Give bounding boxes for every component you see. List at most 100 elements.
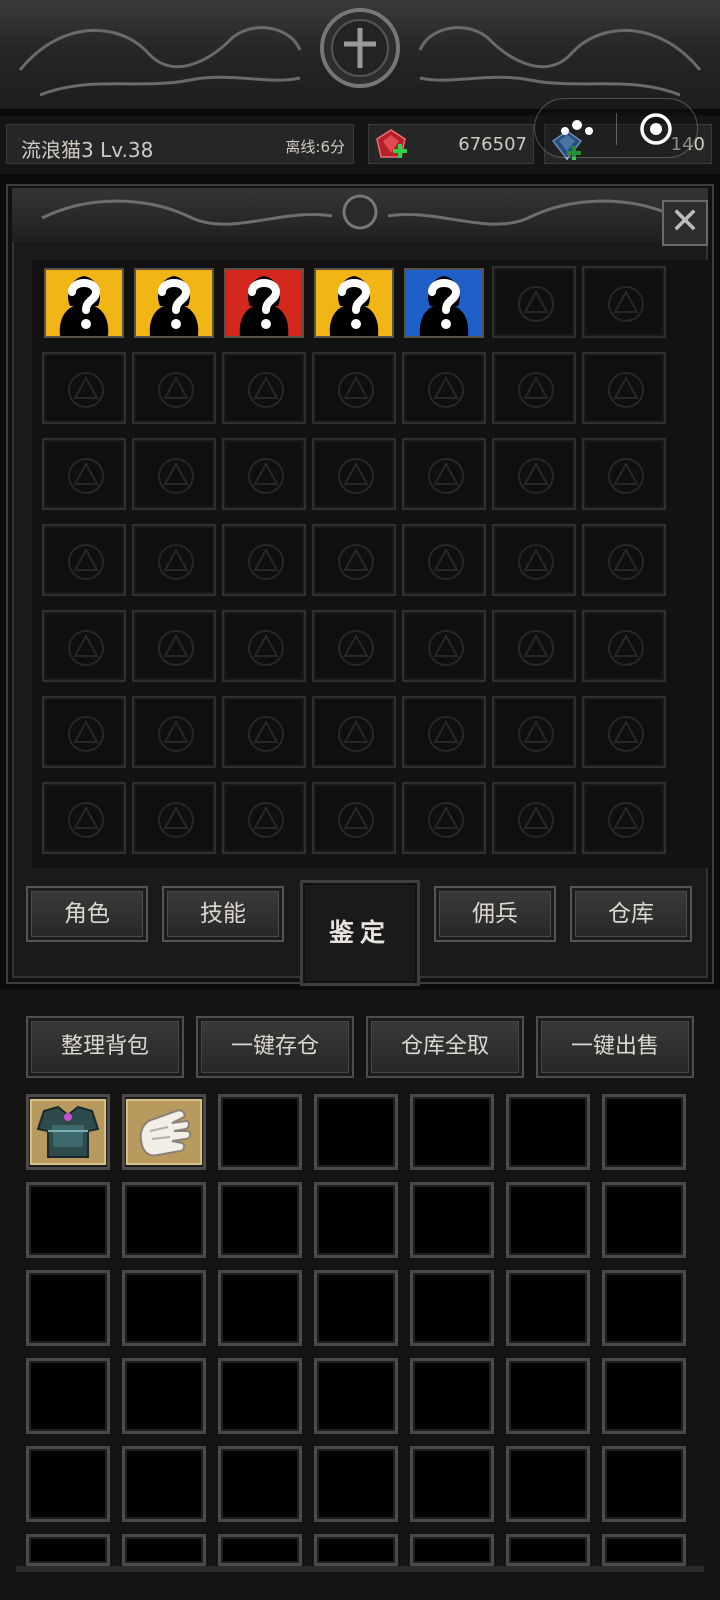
- stash-slot[interactable]: [582, 782, 666, 854]
- inventory-slot[interactable]: [26, 1094, 110, 1170]
- stash-slot[interactable]: [402, 524, 486, 596]
- inventory-slot[interactable]: [506, 1182, 590, 1258]
- stash-slot[interactable]: [492, 696, 576, 768]
- stash-slot[interactable]: [312, 524, 396, 596]
- stash-slot[interactable]: [582, 610, 666, 682]
- stash-slot[interactable]: [582, 352, 666, 424]
- tab-mercenary[interactable]: 佣兵: [434, 886, 556, 942]
- stash-slot[interactable]: [312, 610, 396, 682]
- mystery-item-icon[interactable]: [134, 268, 214, 338]
- inventory-slot[interactable]: [218, 1270, 302, 1346]
- armor-chestplate-icon[interactable]: [30, 1099, 106, 1165]
- identify-button[interactable]: 鉴定: [300, 880, 420, 986]
- stash-slot[interactable]: [42, 610, 126, 682]
- exit-miniprogram-icon[interactable]: [638, 111, 674, 147]
- inventory-slot[interactable]: [122, 1358, 206, 1434]
- inventory-slot[interactable]: [506, 1534, 590, 1566]
- inventory-slot[interactable]: [602, 1446, 686, 1522]
- stash-slot[interactable]: [402, 352, 486, 424]
- stash-slot[interactable]: [222, 782, 306, 854]
- inventory-slot[interactable]: [218, 1182, 302, 1258]
- inventory-slot[interactable]: [410, 1094, 494, 1170]
- inventory-slot[interactable]: [218, 1358, 302, 1434]
- gauntlet-icon[interactable]: [126, 1099, 202, 1165]
- inventory-slot[interactable]: [602, 1534, 686, 1566]
- inventory-slot[interactable]: [410, 1446, 494, 1522]
- stash-slot[interactable]: [222, 524, 306, 596]
- inventory-slot[interactable]: [506, 1446, 590, 1522]
- stash-slot[interactable]: [222, 610, 306, 682]
- stash-slot[interactable]: [132, 352, 216, 424]
- inventory-slot[interactable]: [602, 1094, 686, 1170]
- inventory-slot[interactable]: [602, 1270, 686, 1346]
- stash-slot[interactable]: [312, 782, 396, 854]
- stash-slot[interactable]: [492, 438, 576, 510]
- inventory-slot[interactable]: [314, 1358, 398, 1434]
- stash-slot[interactable]: [402, 610, 486, 682]
- stash-slot[interactable]: [42, 524, 126, 596]
- stash-slot[interactable]: [582, 438, 666, 510]
- stash-close-button[interactable]: ✕: [662, 200, 708, 246]
- stash-slot[interactable]: [492, 352, 576, 424]
- stash-slot[interactable]: [402, 782, 486, 854]
- stash-slot[interactable]: [132, 610, 216, 682]
- more-options-icon[interactable]: [557, 119, 597, 139]
- stash-slot[interactable]: [132, 782, 216, 854]
- inventory-slot[interactable]: [218, 1446, 302, 1522]
- inventory-slot[interactable]: [26, 1534, 110, 1566]
- stash-slot[interactable]: [132, 696, 216, 768]
- inventory-slot[interactable]: [122, 1182, 206, 1258]
- tab-role[interactable]: 角色: [26, 886, 148, 942]
- inventory-slot[interactable]: [602, 1182, 686, 1258]
- mystery-item-icon[interactable]: [224, 268, 304, 338]
- mystery-item-icon[interactable]: [404, 268, 484, 338]
- store-all-button[interactable]: 一键存仓: [196, 1016, 354, 1078]
- mystery-item-icon[interactable]: [314, 268, 394, 338]
- inventory-slot[interactable]: [410, 1534, 494, 1566]
- stash-slot[interactable]: [492, 266, 576, 338]
- inventory-slot[interactable]: [410, 1358, 494, 1434]
- inventory-slot[interactable]: [122, 1534, 206, 1566]
- inventory-slot[interactable]: [602, 1358, 686, 1434]
- stash-slot[interactable]: [222, 438, 306, 510]
- inventory-slot[interactable]: [314, 1094, 398, 1170]
- inventory-slot[interactable]: [410, 1270, 494, 1346]
- take-all-button[interactable]: 仓库全取: [366, 1016, 524, 1078]
- inventory-slot[interactable]: [506, 1270, 590, 1346]
- stash-slot[interactable]: [42, 438, 126, 510]
- inventory-slot[interactable]: [314, 1270, 398, 1346]
- inventory-slot[interactable]: [26, 1182, 110, 1258]
- tab-skills[interactable]: 技能: [162, 886, 284, 942]
- stash-slot[interactable]: [132, 524, 216, 596]
- mystery-item-icon[interactable]: [44, 268, 124, 338]
- stash-slot[interactable]: [402, 438, 486, 510]
- inventory-slot[interactable]: [218, 1534, 302, 1566]
- red-gem-add-icon[interactable]: [373, 127, 409, 163]
- stash-slot[interactable]: [492, 782, 576, 854]
- inventory-slot[interactable]: [122, 1446, 206, 1522]
- inventory-slot[interactable]: [506, 1094, 590, 1170]
- sell-all-button[interactable]: 一键出售: [536, 1016, 694, 1078]
- inventory-slot[interactable]: [314, 1182, 398, 1258]
- stash-slot[interactable]: [492, 524, 576, 596]
- stash-slot[interactable]: [312, 696, 396, 768]
- stash-slot[interactable]: [312, 352, 396, 424]
- stash-slot[interactable]: [42, 352, 126, 424]
- inventory-slot[interactable]: [26, 1358, 110, 1434]
- inventory-slot[interactable]: [122, 1094, 206, 1170]
- stash-slot[interactable]: [582, 524, 666, 596]
- inventory-slot[interactable]: [506, 1358, 590, 1434]
- inventory-slot[interactable]: [314, 1446, 398, 1522]
- stash-slot[interactable]: [222, 696, 306, 768]
- stash-slot[interactable]: [222, 352, 306, 424]
- inventory-slot[interactable]: [122, 1270, 206, 1346]
- stash-slot[interactable]: [492, 610, 576, 682]
- stash-slot[interactable]: [132, 438, 216, 510]
- red-gem-counter[interactable]: 676507: [368, 124, 534, 164]
- inventory-slot[interactable]: [410, 1182, 494, 1258]
- stash-slot[interactable]: [582, 696, 666, 768]
- stash-slot[interactable]: [402, 696, 486, 768]
- inventory-slot[interactable]: [218, 1094, 302, 1170]
- stash-slot[interactable]: [312, 438, 396, 510]
- inventory-slot[interactable]: [26, 1446, 110, 1522]
